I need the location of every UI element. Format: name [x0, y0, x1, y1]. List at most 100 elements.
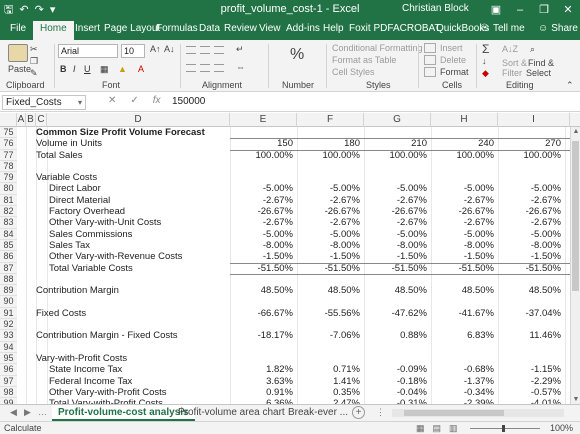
- row-header[interactable]: 83: [0, 217, 17, 229]
- row-header[interactable]: 81: [0, 194, 17, 207]
- copy-icon[interactable]: ❐: [30, 56, 38, 67]
- tab-acrobat[interactable]: ACROBAT: [393, 23, 441, 34]
- tab-file[interactable]: File: [10, 23, 26, 34]
- page-layout-view-icon[interactable]: ▤: [433, 423, 442, 434]
- cell-value[interactable]: -2.67%: [363, 195, 427, 206]
- add-sheet-button[interactable]: +: [352, 406, 365, 419]
- tab-insert[interactable]: Insert: [75, 23, 100, 34]
- column-header-f[interactable]: F: [297, 113, 364, 127]
- clear-icon[interactable]: ◆: [482, 68, 489, 79]
- row-header[interactable]: 78: [0, 160, 17, 173]
- row-header[interactable]: 87: [0, 262, 17, 274]
- prev-sheet-icon[interactable]: ◀: [10, 407, 17, 418]
- cell-value[interactable]: 1.41%: [296, 376, 360, 387]
- column-header-a[interactable]: A: [17, 113, 26, 127]
- font-name-select[interactable]: Arial: [58, 44, 118, 58]
- cell-value[interactable]: 48.50%: [229, 285, 293, 296]
- cell-value[interactable]: -18.17%: [229, 330, 293, 341]
- row-label[interactable]: Total Variable Costs: [49, 263, 133, 274]
- cell-value[interactable]: -5.00%: [430, 183, 494, 194]
- horizontal-scrollbar[interactable]: [392, 409, 564, 417]
- cell-value[interactable]: -2.67%: [229, 217, 293, 228]
- row-header[interactable]: 76: [0, 138, 17, 150]
- sheet-tab-break-even[interactable]: Break-ever ...: [282, 405, 354, 421]
- row-header[interactable]: 86: [0, 251, 17, 263]
- row-header[interactable]: 75: [0, 127, 17, 139]
- row-label[interactable]: Contribution Margin: [36, 285, 119, 296]
- cell-value[interactable]: -51.50%: [363, 263, 427, 274]
- align-bottom-icon[interactable]: [214, 46, 224, 54]
- row-header[interactable]: 88: [0, 273, 17, 286]
- cell-value[interactable]: 6.83%: [430, 330, 494, 341]
- row-header[interactable]: 98: [0, 386, 17, 399]
- row-label[interactable]: Volume in Units: [36, 138, 102, 149]
- cell-value[interactable]: -37.04%: [497, 308, 561, 319]
- row-label[interactable]: Sales Commissions: [49, 229, 132, 240]
- cell-value[interactable]: 100.00%: [497, 150, 561, 161]
- align-center-icon[interactable]: [200, 64, 210, 72]
- cell-value[interactable]: -7.06%: [296, 330, 360, 341]
- scroll-up-icon[interactable]: ▲: [571, 128, 580, 135]
- cell-value[interactable]: -5.00%: [363, 229, 427, 240]
- column-header-c[interactable]: C: [36, 113, 47, 127]
- cell-value[interactable]: -8.00%: [430, 240, 494, 251]
- row-header[interactable]: 89: [0, 285, 17, 297]
- cell-value[interactable]: 100.00%: [296, 150, 360, 161]
- tab-formulas[interactable]: Formulas: [156, 23, 198, 34]
- insert-button[interactable]: Insert: [440, 43, 463, 53]
- row-header[interactable]: 95: [0, 352, 17, 365]
- tab-page-layout[interactable]: Page Layout: [104, 23, 160, 34]
- tab-review[interactable]: Review: [224, 23, 257, 34]
- cell-value[interactable]: -0.18%: [363, 376, 427, 387]
- sort-filter-button[interactable]: Sort &: [502, 58, 527, 68]
- cell-value[interactable]: -2.67%: [363, 217, 427, 228]
- vertical-scrollbar[interactable]: ▲ ▼: [570, 127, 580, 404]
- row-label[interactable]: Vary-with-Profit Costs: [36, 353, 127, 364]
- clipboard-icon[interactable]: [8, 44, 28, 62]
- cell-styles-button[interactable]: Cell Styles: [332, 67, 375, 77]
- delete-button[interactable]: Delete: [440, 55, 466, 65]
- tab-home[interactable]: Home: [33, 21, 74, 40]
- cell-value[interactable]: -26.67%: [497, 206, 561, 217]
- cell-value[interactable]: -1.15%: [497, 364, 561, 375]
- row-header[interactable]: 82: [0, 206, 17, 218]
- cell-value[interactable]: -2.29%: [497, 376, 561, 387]
- cell-value[interactable]: 100.00%: [229, 150, 293, 161]
- cell-value[interactable]: -1.37%: [430, 376, 494, 387]
- column-header-d[interactable]: D: [47, 113, 230, 127]
- tab-help[interactable]: Help: [323, 23, 344, 34]
- row-label[interactable]: Other Vary-with-Revenue Costs: [49, 251, 182, 262]
- cell-value[interactable]: 150: [229, 138, 293, 149]
- cell-value[interactable]: 180: [296, 138, 360, 149]
- row-header[interactable]: 92: [0, 319, 17, 331]
- ribbon-options-icon[interactable]: ▣: [484, 0, 508, 20]
- cell-value[interactable]: -0.57%: [497, 387, 561, 398]
- font-color-icon[interactable]: A: [138, 64, 144, 74]
- cell-value[interactable]: -2.67%: [296, 195, 360, 206]
- select-all-corner[interactable]: [0, 113, 17, 127]
- row-header[interactable]: 84: [0, 228, 17, 240]
- enter-icon[interactable]: ✓: [130, 95, 138, 106]
- zoom-slider[interactable]: [470, 425, 540, 432]
- scroll-thumb[interactable]: [572, 141, 579, 291]
- align-left-icon[interactable]: [186, 64, 196, 72]
- cell-value[interactable]: -1.50%: [430, 251, 494, 262]
- cell-value[interactable]: -5.00%: [363, 183, 427, 194]
- find-select-button[interactable]: Find &: [528, 58, 554, 68]
- cell-value[interactable]: -5.00%: [296, 229, 360, 240]
- cell-value[interactable]: -41.67%: [430, 308, 494, 319]
- scroll-down-icon[interactable]: ▼: [571, 396, 580, 403]
- cell-value[interactable]: -0.09%: [363, 364, 427, 375]
- cell-value[interactable]: -5.00%: [497, 183, 561, 194]
- share-button[interactable]: ☺ Share: [538, 23, 578, 34]
- underline-button[interactable]: U: [84, 64, 91, 74]
- cell-value[interactable]: -26.67%: [363, 206, 427, 217]
- row-header[interactable]: 90: [0, 296, 17, 308]
- row-label[interactable]: Direct Labor: [49, 183, 101, 194]
- cell-value[interactable]: -66.67%: [229, 308, 293, 319]
- row-label[interactable]: Contribution Margin - Fixed Costs: [36, 330, 178, 341]
- cell-value[interactable]: 240: [430, 138, 494, 149]
- wrap-text-icon[interactable]: ↵: [236, 44, 244, 55]
- format-as-table-button[interactable]: Format as Table: [332, 55, 396, 65]
- align-top-icon[interactable]: [186, 46, 196, 54]
